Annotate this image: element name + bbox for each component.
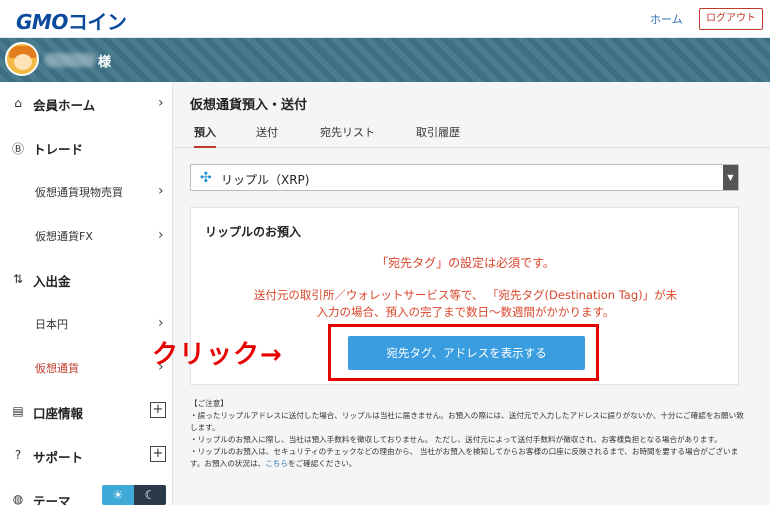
sidebar-item-label: 仮想通貨FX — [35, 230, 93, 243]
destination-tag-required-warning: 「宛先タグ」の設定は必須です。 — [376, 256, 555, 270]
sidebar-item-crypto-fx[interactable]: 仮想通貨FX › — [0, 214, 173, 258]
home-link[interactable]: ホーム — [650, 11, 683, 27]
gmo-coin-logo[interactable]: GMOコイン — [16, 6, 127, 35]
user-bar: 様 — [0, 38, 770, 82]
sidebar-item-spot-trade[interactable]: 仮想通貨現物売買 › — [0, 170, 173, 214]
note-line: ・誤ったリップルアドレスに送付した場合、リップルは当社に届きません。お預入の際に… — [190, 411, 744, 432]
home-icon: ⌂ — [14, 96, 22, 110]
logout-button[interactable]: ログアウト — [699, 8, 763, 30]
show-address-button[interactable]: 宛先タグ、アドレスを表示する — [348, 336, 585, 370]
tab-bar: 預入 送付 宛先リスト 取引履歴 — [174, 118, 770, 148]
sidebar-item-label: 口座情報 — [33, 406, 84, 421]
sun-icon[interactable]: ☀ — [102, 485, 134, 505]
sidebar-item-deposit-withdraw[interactable]: ⇅ 入出金 — [0, 258, 173, 302]
help-icon: ? — [14, 448, 22, 462]
click-annotation-label: クリック→ — [152, 340, 283, 370]
sidebar-item-account-info[interactable]: ▤ 口座情報 + — [0, 390, 173, 434]
warning-line-2: 入力の場合、預入の完了まで数日～数週間がかかります。 — [316, 305, 615, 319]
sidebar-item-label: 日本円 — [35, 318, 68, 331]
sidebar-item-theme: ◍ テーマ ☀ ☾ — [0, 478, 173, 505]
sidebar-item-label: 会員ホーム — [33, 98, 96, 113]
page-title: 仮想通貨預入・送付 — [190, 98, 308, 113]
palette-icon: ◍ — [12, 492, 24, 505]
logo-coin-text: コイン — [67, 10, 127, 34]
main-content: 仮想通貨預入・送付 預入 送付 宛先リスト 取引履歴 ✣ リップル（XRP) ▼… — [174, 82, 770, 505]
expand-plus-icon[interactable]: + — [150, 402, 166, 418]
deposit-icon: ⇅ — [12, 272, 24, 286]
sidebar-item-label: サポート — [33, 450, 84, 465]
sidebar-item-member-home[interactable]: ⌂ 会員ホーム › — [0, 82, 173, 126]
chevron-right-icon: › — [158, 315, 164, 331]
sidebar-item-crypto[interactable]: 仮想通貨 › — [0, 346, 173, 390]
tab-address-list[interactable]: 宛先リスト — [320, 124, 375, 146]
sidebar-item-label: 仮想通貨 — [35, 362, 79, 375]
theme-toggle[interactable]: ☀ ☾ — [102, 485, 166, 505]
status-link[interactable]: こちら — [265, 459, 288, 468]
notes-section: 【ご注意】 ・誤ったリップルアドレスに送付した場合、リップルは当社に届きません。… — [190, 398, 750, 470]
avatar-face — [14, 54, 32, 70]
destination-tag-delay-warning: 送付元の取引所／ウォレットサービス等で、 「宛先タグ(Destination T… — [221, 287, 710, 321]
top-header: GMOコイン ホーム ログアウト — [0, 0, 770, 38]
chevron-right-icon: › — [158, 183, 164, 199]
user-honorific: 様 — [98, 55, 112, 70]
sidebar-item-support[interactable]: ? サポート + — [0, 434, 173, 478]
bitcoin-circle-icon: Ⓑ — [11, 142, 24, 156]
chevron-right-icon: › — [158, 95, 164, 111]
sidebar-item-label: 入出金 — [33, 274, 71, 289]
sidebar-item-label: テーマ — [33, 494, 71, 505]
warning-line-1: 送付元の取引所／ウォレットサービス等で、 「宛先タグ(Destination T… — [253, 288, 678, 302]
chevron-right-icon: › — [158, 227, 164, 243]
note-line: ・リップルのお預入に際し、当社は預入手数料を徴収しておりません。 ただし、送付元… — [190, 435, 722, 444]
username-redacted — [44, 53, 96, 67]
sidebar-item-label: 仮想通貨現物売買 — [35, 186, 123, 199]
sidebar-item-jpy[interactable]: 日本円 › — [0, 302, 173, 346]
sidebar-item-label: トレード — [33, 142, 84, 157]
card-title: リップルのお預入 — [205, 225, 302, 239]
sidebar: ⌂ 会員ホーム › Ⓑ トレード 仮想通貨現物売買 › 仮想通貨FX › ⇅ 入… — [0, 82, 173, 505]
chevron-down-icon[interactable]: ▼ — [723, 165, 738, 190]
sidebar-item-trade[interactable]: Ⓑ トレード — [0, 126, 173, 170]
note-line: をご確認ください。 — [287, 459, 357, 468]
tab-deposit[interactable]: 預入 — [194, 124, 216, 148]
account-card-icon: ▤ — [12, 404, 24, 418]
tab-send[interactable]: 送付 — [256, 124, 278, 146]
currency-select[interactable]: ✣ リップル（XRP) ▼ — [190, 164, 739, 191]
currency-select-value: リップル（XRP) — [221, 173, 310, 187]
expand-plus-icon[interactable]: + — [150, 446, 166, 462]
notes-title: 【ご注意】 — [190, 399, 228, 408]
xrp-icon: ✣ — [200, 170, 212, 186]
moon-icon[interactable]: ☾ — [134, 485, 166, 505]
logo-gmo-text: GMO — [16, 10, 68, 34]
avatar[interactable] — [5, 42, 39, 76]
tab-history[interactable]: 取引履歴 — [416, 124, 460, 146]
